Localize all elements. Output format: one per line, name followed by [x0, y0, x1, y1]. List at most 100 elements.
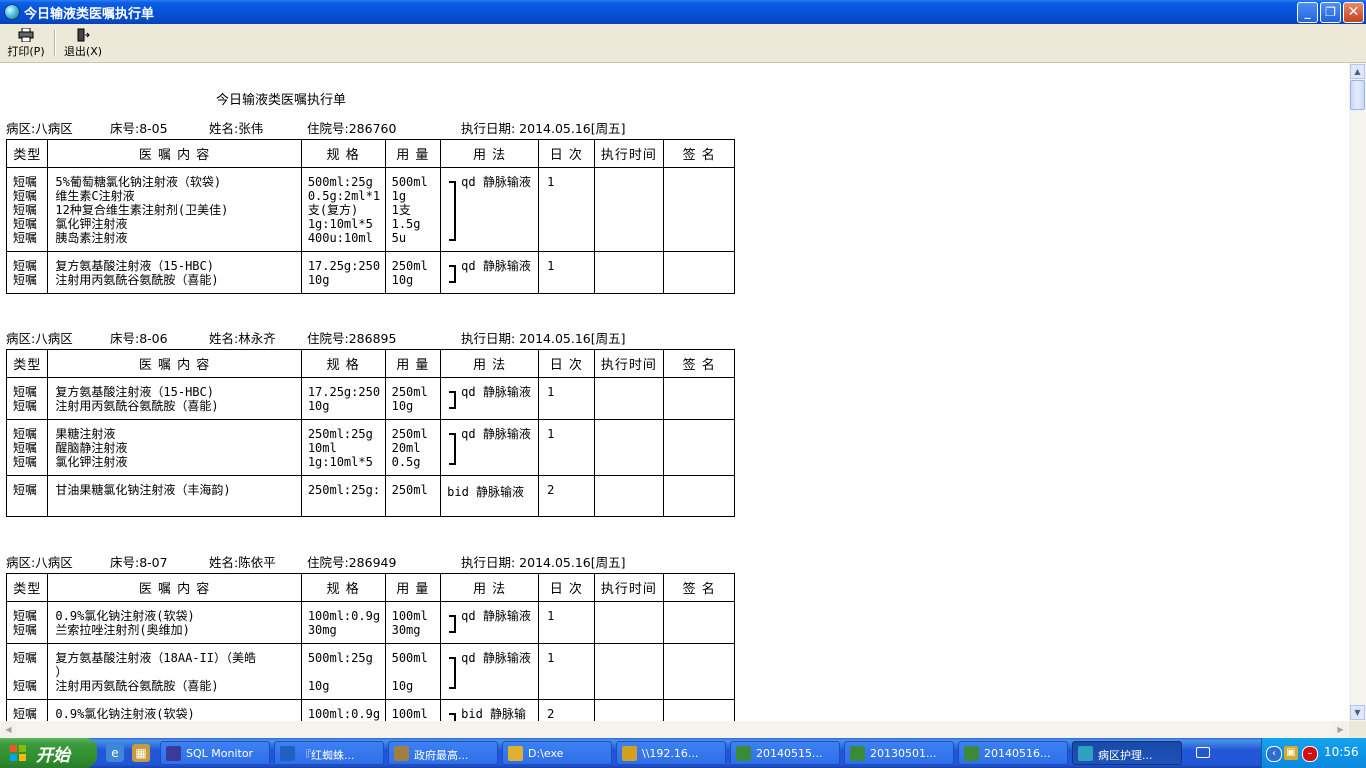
frequency-cell: 1 — [538, 419, 595, 476]
usage-cell: qd 静脉输液 — [440, 601, 540, 644]
order-content: 兰索拉唑注射剂(奥维加) — [55, 623, 190, 637]
taskbar-button-label: 20140516... — [984, 747, 1051, 760]
order-content: 注射用丙氨酰谷氨酰胺（喜能) — [55, 273, 219, 287]
signature-cell[interactable] — [663, 419, 735, 476]
restore-button[interactable]: ❐ — [1320, 2, 1341, 23]
order-dose — [392, 665, 440, 679]
order-type: 短嘱 — [13, 203, 38, 217]
report-view: 今日输液类医嘱执行单 病区:八病区 床号:8-05 姓名:张伟 住院号:286760 执… — [0, 63, 1349, 721]
order-type-cell: 短嘱短嘱 — [5, 377, 49, 420]
taskbar-button-label: 『红蜘蛛... — [300, 749, 355, 762]
usage-cell: qd 静脉输液 — [440, 419, 540, 476]
vertical-scrollbar[interactable]: ▲ ▼ — [1349, 63, 1366, 721]
order-type-cell: 短嘱短嘱 — [5, 251, 49, 294]
execution-time-cell[interactable] — [593, 643, 665, 700]
scroll-down-arrow-icon[interactable]: ▼ — [1350, 705, 1365, 720]
tray-expand-icon[interactable]: ‹ — [1266, 746, 1282, 762]
execution-date: 执行日期: 2014.05.16[周五] — [461, 331, 626, 346]
order-dose: 10g — [391, 679, 414, 693]
ie-icon[interactable]: e — [106, 744, 124, 762]
usage-text: bid 静脉输液 — [447, 485, 525, 499]
signature-cell[interactable] — [663, 643, 735, 700]
column-header: 规 格 — [300, 573, 386, 602]
execution-time-cell[interactable] — [593, 167, 665, 252]
usage-cell: qd 静脉输液 — [440, 251, 540, 294]
execution-time-cell[interactable] — [593, 419, 665, 476]
order-spec-cell: 500ml:25g 0.5g:2ml*1 支(复方) 1g:10ml*5 400u:10… — [300, 167, 386, 252]
stop-tray-icon[interactable]: – — [1302, 746, 1318, 762]
order-spec — [308, 665, 384, 679]
order-dose: 10g — [391, 273, 414, 287]
scroll-up-arrow-icon[interactable]: ▲ — [1350, 64, 1365, 79]
order-content-cell: 复方氨基酸注射液（15-HBC) 注射用丙氨酰谷氨酰胺（喜能) — [47, 251, 302, 294]
taskbar-button[interactable]: 病区护理... — [1072, 741, 1182, 765]
toolbar: 打印(P) 退出(X) — [0, 24, 1366, 63]
signature-cell[interactable] — [663, 601, 735, 644]
order-dose-cell: 100ml1g — [384, 699, 442, 721]
signature-cell[interactable] — [663, 251, 735, 294]
horizontal-scrollbar[interactable]: ◀ ▶ — [0, 721, 1349, 738]
execution-time-cell[interactable] — [593, 601, 665, 644]
taskbar-button[interactable]: 20140516... — [958, 741, 1068, 765]
execution-time-cell[interactable] — [593, 475, 665, 517]
print-button[interactable]: 打印(P) — [4, 27, 48, 60]
order-spec: 10g — [307, 399, 330, 413]
taskbar-button[interactable]: 20130501... — [844, 741, 954, 765]
close-button[interactable]: ✕ — [1343, 2, 1364, 23]
frequency-cell: 2 — [538, 475, 595, 517]
signature-cell[interactable] — [663, 167, 735, 252]
frequency-cell: 1 — [538, 167, 595, 252]
column-header: 执行时间 — [593, 349, 665, 378]
network-tray-icon[interactable]: ▣ — [1284, 746, 1298, 760]
orders-table: 类型医 嘱 内 容规 格用 量用 法日 次执行时间签 名短嘱 短嘱 复方氨基酸注射液… — [5, 349, 735, 517]
app-icon — [4, 4, 20, 20]
column-header: 用 法 — [440, 349, 540, 378]
signature-cell[interactable] — [663, 475, 735, 517]
frequency-cell: 1 — [538, 251, 595, 294]
signature-cell[interactable] — [663, 699, 735, 721]
order-spec: 250ml:25g: — [307, 483, 381, 497]
column-header: 类型 — [5, 139, 49, 168]
admission-number: 住院号:286949 — [307, 555, 397, 570]
usage-cell: bid 静脉输液 — [440, 699, 540, 721]
order-type: 短嘱 — [13, 623, 38, 637]
scroll-left-arrow-icon[interactable]: ◀ — [1, 722, 16, 737]
order-dose-cell: 100ml 30mg — [384, 601, 442, 644]
minimize-button[interactable]: _ — [1297, 2, 1318, 23]
signature-cell[interactable] — [663, 377, 735, 420]
taskbar: 开始 e ▦ SQL Monitor 『红蜘蛛... 政府最高... D:\exe \\… — [0, 738, 1366, 768]
execution-time-cell[interactable] — [593, 251, 665, 294]
order-group-row: 短嘱 短嘱 复方氨基酸注射液（15-HBC) 注射用丙氨酰谷氨酰胺（喜能) 17.25g… — [5, 377, 735, 420]
order-dose: 0.5g — [391, 455, 421, 469]
order-content: 复方氨基酸注射液（18AA-II）（美皓 — [55, 651, 256, 665]
taskbar-button[interactable]: 20140515... — [730, 741, 840, 765]
usage-text: bid 静脉输液 — [461, 707, 527, 721]
order-spec: 500ml:25g — [307, 651, 373, 665]
execution-time-cell[interactable] — [593, 699, 665, 721]
order-content-cell: 5%葡萄糖氯化钠注射液（软袋) 维生素C注射液 12种复合维生素注射剂(卫美佳) 氯化… — [47, 167, 302, 252]
execution-time-cell[interactable] — [593, 377, 665, 420]
column-header: 日 次 — [538, 139, 595, 168]
taskbar-button-label: D:\exe — [528, 747, 564, 760]
taskbar-button[interactable]: \\192.16... — [616, 741, 726, 765]
order-type: 短嘱 — [13, 175, 38, 189]
taskbar-button[interactable]: D:\exe — [502, 741, 612, 765]
vertical-scroll-thumb[interactable] — [1350, 80, 1365, 110]
order-type: 短嘱 — [13, 679, 38, 693]
taskbar-button[interactable]: SQL Monitor — [160, 741, 270, 765]
patient-name: 姓名:陈依平 — [209, 555, 276, 570]
start-button[interactable]: 开始 — [0, 738, 97, 768]
scroll-right-arrow-icon[interactable]: ▶ — [1333, 722, 1348, 737]
order-type — [13, 665, 47, 679]
keyboard-icon[interactable] — [1196, 747, 1210, 758]
taskbar-button[interactable]: 『红蜘蛛... — [274, 741, 384, 765]
taskbar-button[interactable]: 政府最高... — [388, 741, 498, 765]
order-content: 0.9%氯化钠注射液(软袋) — [55, 609, 195, 623]
show-desktop-icon[interactable]: ▦ — [132, 744, 150, 762]
group-bracket — [449, 391, 457, 409]
order-type: 短嘱 — [13, 441, 38, 455]
toolbar-separator — [54, 30, 56, 56]
exit-button[interactable]: 退出(X) — [60, 28, 106, 60]
usage-cell: qd 静脉输液 — [440, 643, 540, 700]
order-type: 短嘱 — [13, 651, 38, 665]
